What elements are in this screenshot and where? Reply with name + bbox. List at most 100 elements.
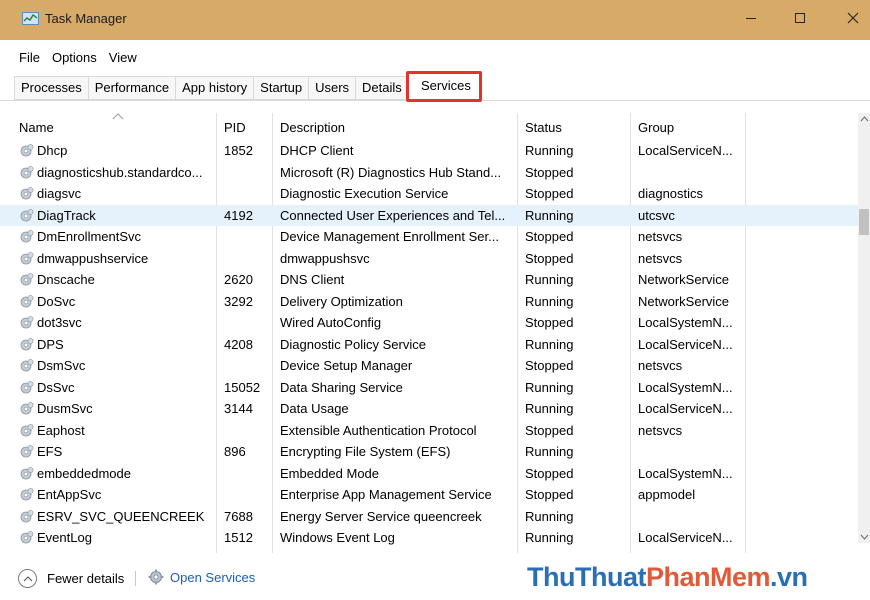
cell-name: diagnosticshub.standardco... [37, 164, 203, 180]
cell-name: EntAppSvc [37, 487, 102, 502]
table-row[interactable]: dmwappushservice dmwappushsvc Stopped netsv… [0, 248, 858, 270]
watermark-part1: ThuThuat [527, 562, 646, 592]
task-manager-icon [22, 12, 39, 25]
cell-group: netsvcs [638, 229, 683, 244]
vertical-scrollbar[interactable] [858, 113, 870, 543]
cell-group: utcsvc [638, 207, 675, 223]
tab-services[interactable]: Services [421, 78, 471, 93]
table-row[interactable]: Dhcp 1852 DHCP Client Running LocalServiceN.… [0, 140, 858, 162]
cell-status: Running [525, 207, 574, 223]
cell-description: Energy Server Service queencreek [280, 508, 482, 524]
cell-description: Windows Event Log [280, 530, 395, 545]
cell-group: LocalServiceN... [638, 401, 733, 416]
table-row[interactable]: embeddedmode Embedded Mode Stopped LocalSys… [0, 463, 858, 485]
table-row[interactable]: EFS 896 Encrypting File System (EFS) Runnin… [0, 441, 858, 463]
table-row[interactable]: DiagTrack 4192 Connected User Experiences … [0, 204, 858, 226]
cell-status: Running [525, 379, 574, 395]
cell-name: dmwappushservice [37, 250, 149, 266]
cell-group: netsvcs [638, 358, 683, 373]
column-header-status[interactable]: Status [525, 120, 562, 135]
cell-name: Dhcp [37, 143, 68, 158]
tab-app-history[interactable]: App history [175, 76, 254, 100]
cell-name: embeddedmode [37, 465, 131, 481]
cell-status: Stopped [525, 250, 574, 266]
table-row[interactable]: ESRV_SVC_QUEENCREEK 7688 Energy Server Ser… [0, 506, 858, 528]
cell-group: LocalServiceN... [638, 336, 733, 352]
service-gear-icon [20, 316, 34, 329]
menu-file[interactable]: File [19, 50, 40, 65]
cell-status: Running [525, 444, 574, 459]
close-icon [847, 12, 859, 24]
table-row[interactable]: Dnscache 2620 DNS Client Running NetworkServ… [0, 269, 858, 291]
cell-name: Dnscache [37, 272, 95, 287]
chevron-up-icon [18, 569, 37, 588]
cell-description: Data Usage [280, 401, 349, 416]
tab-processes[interactable]: Processes [14, 76, 88, 100]
cell-status: Stopped [525, 186, 574, 201]
cell-group: NetworkService [638, 293, 730, 309]
title-bar[interactable]: Task Manager [0, 0, 870, 40]
minimize-button[interactable] [728, 0, 774, 36]
table-row[interactable]: diagnosticshub.standardco... Microsoft (R… [0, 162, 858, 184]
column-header-pid[interactable]: PID [224, 120, 246, 135]
table-row[interactable]: DusmSvc 3144 Data Usage Running LocalService… [0, 398, 858, 420]
watermark-part3: .vn [770, 562, 808, 592]
tab-details[interactable]: Details [355, 76, 407, 100]
cell-name: Eaphost [37, 422, 85, 438]
cell-pid: 3144 [224, 401, 253, 416]
column-header-group[interactable]: Group [638, 120, 674, 135]
cell-status: Running [525, 336, 574, 352]
maximize-button[interactable] [777, 0, 823, 36]
table-row[interactable]: dot3svc Wired AutoConfig Stopped LocalSyste… [0, 312, 858, 334]
cell-name: dot3svc [37, 315, 82, 330]
cell-group: LocalServiceN... [638, 143, 733, 158]
table-row[interactable]: DsmSvc Device Setup Manager Stopped netsvcs [0, 355, 858, 377]
tab-users[interactable]: Users [308, 76, 356, 100]
tab-services-highlight[interactable]: Services [406, 71, 482, 102]
menu-view[interactable]: View [109, 50, 137, 65]
service-gear-icon [20, 337, 34, 350]
table-body: Dhcp 1852 DHCP Client Running LocalServiceN.… [0, 140, 858, 549]
cell-description: Diagnostic Execution Service [280, 186, 449, 201]
table-row[interactable]: diagsvc Diagnostic Execution Service Stopp… [0, 183, 858, 205]
scroll-down-icon[interactable] [860, 534, 869, 540]
table-row[interactable]: Eaphost Extensible Authentication Protoco… [0, 420, 858, 442]
cell-status: Running [525, 401, 574, 416]
cell-group: LocalSystemN... [638, 465, 733, 481]
column-header-description[interactable]: Description [280, 120, 345, 135]
cell-status: Running [525, 508, 574, 524]
tab-startup[interactable]: Startup [253, 76, 309, 100]
cell-status: Stopped [525, 487, 574, 502]
table-row[interactable]: EntAppSvc Enterprise App Management Servi… [0, 484, 858, 506]
open-services-link[interactable]: Open Services [148, 569, 255, 585]
table-row[interactable]: DmEnrollmentSvc Device Management Enrollm… [0, 226, 858, 248]
table-row[interactable]: EventLog 1512 Windows Event Log Running Loca… [0, 527, 858, 549]
service-gear-icon [20, 423, 34, 436]
column-header-name[interactable]: Name [19, 120, 54, 135]
cell-pid: 15052 [224, 379, 261, 395]
tab-performance[interactable]: Performance [87, 76, 176, 100]
cell-status: Stopped [525, 422, 574, 438]
sort-ascending-icon [112, 113, 124, 120]
cell-description: Device Setup Manager [280, 358, 413, 373]
cell-name: EventLog [37, 530, 92, 545]
cell-description: Microsoft (R) Diagnostics Hub Stand... [280, 164, 502, 180]
cell-name: DusmSvc [37, 401, 93, 416]
cell-description: Data Sharing Service [280, 379, 403, 395]
fewer-details-button[interactable]: Fewer details [18, 569, 124, 588]
services-table: Name PID Description Status Group Dhcp 18… [0, 113, 870, 553]
maximize-icon [795, 13, 805, 23]
service-gear-icon [20, 187, 34, 200]
close-button[interactable] [830, 0, 870, 36]
scroll-up-icon[interactable] [860, 116, 869, 122]
scrollbar-thumb[interactable] [859, 209, 869, 235]
cell-status: Stopped [525, 315, 574, 330]
menu-options[interactable]: Options [52, 50, 97, 65]
cell-pid: 7688 [224, 508, 253, 524]
table-row[interactable]: DoSvc 3292 Delivery Optimization Running Net… [0, 291, 858, 313]
cell-group: diagnostics [638, 186, 704, 201]
table-row[interactable]: DsSvc 15052 Data Sharing Service Running Loc… [0, 377, 858, 399]
service-gear-icon [20, 294, 34, 307]
minimize-icon [746, 18, 756, 19]
table-row[interactable]: DPS 4208 Diagnostic Policy Service Running L… [0, 334, 858, 356]
